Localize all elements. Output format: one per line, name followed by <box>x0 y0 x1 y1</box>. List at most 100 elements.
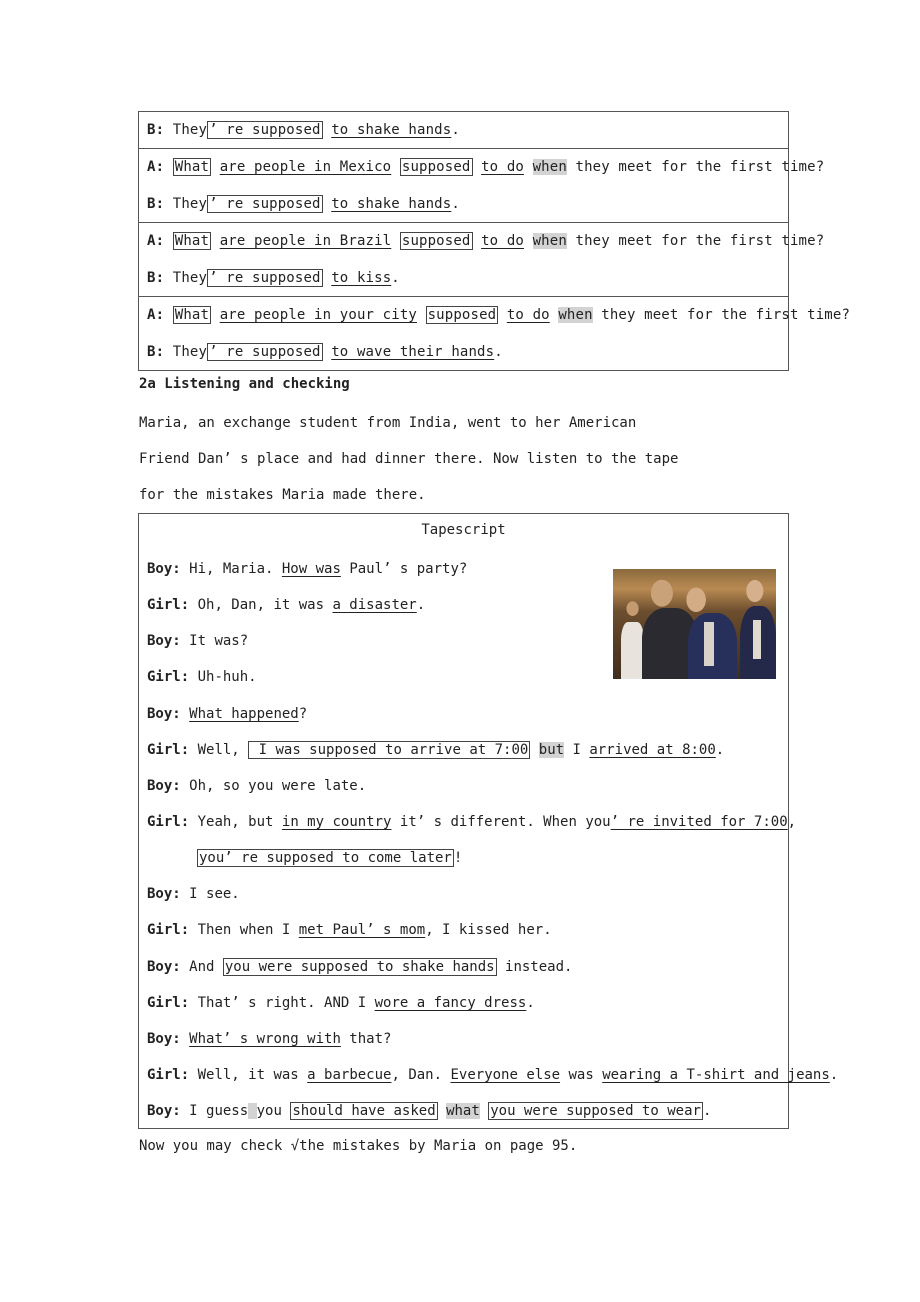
underlined-phrase: arrived at 8:00 <box>589 741 716 758</box>
tapescript-line: Girl: Well, it was a barbecue, Dan. Ever… <box>147 1064 838 1100</box>
boxed-supposed: supposed <box>399 232 473 250</box>
subject-text: They <box>172 343 208 360</box>
plain-text: , I kissed her. <box>425 922 552 939</box>
rest-text: they meet for the first time? <box>601 307 851 323</box>
punctuation: . <box>391 269 400 286</box>
plain-text: . <box>829 1066 839 1083</box>
rest-text: they meet for the first time? <box>575 159 825 175</box>
speaker-label: Boy: <box>147 958 181 975</box>
boxed-phrase: should have asked <box>290 1102 438 1121</box>
plain-text <box>530 742 538 758</box>
highlighted-when: when <box>558 307 593 323</box>
underlined-phrase: are people in Mexico <box>219 159 392 175</box>
boxed-phrase: ’ re supposed <box>207 121 323 139</box>
underlined-to-do: to do <box>481 233 524 249</box>
dialogue-table: B: They’ re supposed to shake hands. A: … <box>138 111 850 371</box>
speaker-label: Girl: <box>147 597 190 614</box>
plain-text: it’ s different. When you <box>391 813 611 830</box>
tapescript-line: Boy: Oh, so you were late. <box>147 775 780 811</box>
speaker-label: Boy: <box>147 1030 181 1047</box>
tapescript-box: Tapescript Boy: Hi, Maria. How was Paul’… <box>138 513 838 1129</box>
underlined-phrase: are people in Brazil <box>219 233 392 249</box>
plain-text: Oh, Dan, it was <box>197 597 333 614</box>
rest-text: they meet for the first time? <box>575 233 825 249</box>
underlined-phrase: are people in your city <box>219 307 417 323</box>
dialogue-line-b: B: They’ re supposed to wave their hands… <box>147 334 780 371</box>
plain-text: Uh-huh. <box>197 669 257 686</box>
plain-text: Hi, Maria. <box>189 561 282 577</box>
boxed-phrase: you were supposed to shake hands <box>222 957 497 976</box>
boxed-phrase: ’ re supposed <box>207 342 323 361</box>
plain-text: Well, <box>197 741 249 758</box>
boxed-phrase: you were supposed to wear <box>488 1102 703 1121</box>
speaker-label: Girl: <box>147 669 190 686</box>
dialogue-line-a: A: What are people in Brazil supposed to… <box>147 223 824 260</box>
speaker-label: Boy: <box>147 561 181 577</box>
punctuation: . <box>494 343 503 360</box>
tapescript-line: Girl: Uh-huh. <box>147 666 780 702</box>
dialogue-line-b: B: They’ re supposed to shake hands. <box>147 186 780 223</box>
speaker-label: Girl: <box>147 741 190 758</box>
tapescript-lines: Boy: Hi, Maria. How was Paul’ s party? Gi… <box>147 558 838 1136</box>
speaker-label: B: <box>147 269 165 286</box>
intro-line: Friend Dan’ s place and had dinner there… <box>139 451 679 467</box>
plain-text: I guess <box>189 1103 249 1120</box>
tapescript-line: Boy: What happened? <box>147 703 780 739</box>
plain-text: ? <box>298 705 308 722</box>
tapescript-line: Boy: What’ s wrong with that? <box>147 1028 780 1064</box>
plain-text <box>438 1103 446 1119</box>
speaker-label: Girl: <box>147 1066 190 1083</box>
boxed-supposed: supposed <box>399 158 473 176</box>
dialogue-line-a: A: What are people in Mexico supposed to… <box>147 149 824 186</box>
speaker-label: Girl: <box>147 813 190 830</box>
highlighted-word: but <box>538 741 565 758</box>
underlined-phrase: to kiss <box>331 269 392 286</box>
underlined-phrase: What’ s wrong with <box>189 1030 341 1047</box>
tapescript-line: Boy: Hi, Maria. How was Paul’ s party? <box>147 558 780 594</box>
speaker-label: Boy: <box>147 1103 181 1120</box>
underlined-phrase: a barbecue <box>307 1066 392 1083</box>
dialogue-row: A: What are people in Brazil supposed to… <box>139 222 824 297</box>
boxed-wh-word: What <box>172 158 212 176</box>
plain-text: . <box>526 994 535 1011</box>
speaker-label: Girl: <box>147 994 190 1011</box>
plain-text: . <box>416 597 426 614</box>
underlined-phrase: What happened <box>189 705 299 722</box>
plain-text: It was? <box>189 633 249 650</box>
dialogue-row: A: What are people in your city supposed… <box>139 296 850 371</box>
speaker-label: A: <box>147 159 165 175</box>
tapescript-line: Girl: Well, I was supposed to arrive at … <box>147 739 780 775</box>
speaker-label: Girl: <box>147 922 190 939</box>
document-page: B: They’ re supposed to shake hands. A: … <box>0 0 920 1302</box>
dialogue-line-b: B: They’ re supposed to kiss. <box>147 260 780 297</box>
plain-text: I see. <box>189 886 240 903</box>
underlined-phrase: to wave their hands <box>331 343 495 360</box>
boxed-phrase: ’ re supposed <box>207 268 323 287</box>
underlined-to-do: to do <box>506 307 550 323</box>
footer-note: Now you may check √the mistakes by Maria… <box>139 1138 578 1154</box>
underlined-phrase: met Paul’ s mom <box>298 922 426 939</box>
plain-text: you <box>256 1103 291 1120</box>
plain-text: that? <box>340 1030 392 1047</box>
intro-line: Maria, an exchange student from India, w… <box>139 415 637 431</box>
plain-text: was <box>560 1066 603 1083</box>
underlined-phrase: wore a fancy dress <box>374 994 527 1011</box>
boxed-supposed: supposed <box>425 306 499 324</box>
underlined-phrase: Everyone else <box>450 1066 561 1083</box>
speaker-label: Boy: <box>147 777 181 794</box>
plain-text: ! <box>453 850 463 867</box>
plain-text: That’ s right. AND I <box>197 994 375 1011</box>
section-intro: Maria, an exchange student from India, w… <box>139 412 759 520</box>
speaker-label: B: <box>147 343 165 360</box>
tapescript-line: Girl: Oh, Dan, it was a disaster. <box>147 594 780 630</box>
plain-text: Then when I <box>197 922 299 939</box>
plain-text: I <box>564 741 590 758</box>
dialogue-line-b: B: They’ re supposed to shake hands. <box>147 112 780 148</box>
speaker-label: B: <box>147 195 165 212</box>
speaker-label: B: <box>147 122 165 138</box>
speaker-label: Boy: <box>147 886 181 903</box>
subject-text: They <box>172 122 208 138</box>
plain-text <box>480 1103 488 1119</box>
plain-text: , <box>787 813 797 830</box>
underlined-phrase: to shake hands <box>331 122 452 138</box>
